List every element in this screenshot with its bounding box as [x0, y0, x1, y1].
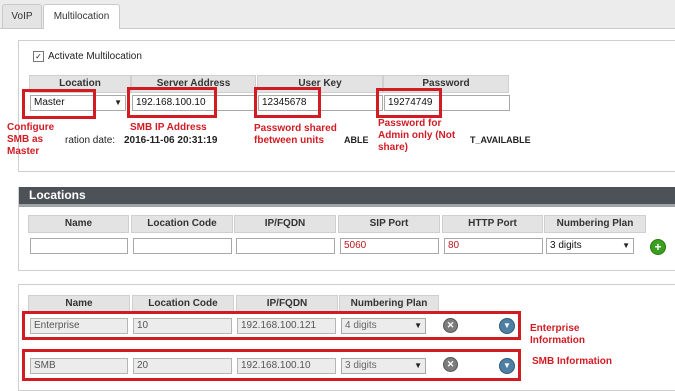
loc-header-location-code: Location Code: [131, 215, 233, 233]
dropdown-arrow-icon: ▼: [114, 98, 122, 107]
note-configure-smb-master: Configure SMB as Master: [7, 122, 55, 157]
numbering-plan-value: 3 digits: [550, 240, 582, 251]
status-available-b: T_AVAILABLE: [470, 135, 531, 145]
note-password-shared: Password shared fbetween units: [254, 123, 337, 146]
new-location-numbering-plan-select[interactable]: 3 digits ▼: [546, 238, 634, 254]
new-location-sip-port-input[interactable]: 5060: [340, 238, 439, 254]
activate-checkbox[interactable]: ✓: [33, 51, 44, 62]
annotation-box-enterprise-row: [22, 311, 521, 340]
loc-header-http-port: HTTP Port: [442, 215, 543, 233]
annotation-box-password: [376, 88, 442, 118]
loc-header-numbering-plan: Numbering Plan: [544, 215, 646, 233]
new-location-code-input[interactable]: [133, 238, 232, 254]
loc-header-ip-fqdn: IP/FQDN: [234, 215, 336, 233]
new-location-http-port-input[interactable]: 80: [444, 238, 543, 254]
plus-icon[interactable]: +: [650, 239, 666, 255]
annotation-box-location: [22, 89, 96, 119]
expiration-label: ration date:: [65, 135, 116, 146]
tab-multilocation[interactable]: Multilocation: [43, 4, 120, 29]
dropdown-arrow-icon: ▼: [622, 241, 630, 250]
annotation-box-user-key: [254, 87, 321, 118]
note-password-admin: Password for Admin only (Not share): [378, 118, 456, 153]
tab-voip[interactable]: VoIP: [2, 4, 42, 28]
annotation-box-server-address: [127, 87, 217, 118]
note-smb-ip-address: SMB IP Address: [130, 122, 207, 133]
locations-title: Locations: [19, 187, 675, 207]
loc-header-name: Name: [28, 215, 129, 233]
expiration-value: 2016-11-06 20:31:19: [124, 135, 218, 146]
new-location-ip-input[interactable]: [236, 238, 335, 254]
activate-label: Activate Multilocation: [48, 51, 142, 62]
new-location-name-input[interactable]: [30, 238, 128, 254]
loc-header-sip-port: SIP Port: [338, 215, 440, 233]
status-available-a: ABLE: [344, 135, 369, 145]
annotation-box-smb-row: [22, 349, 521, 381]
note-enterprise-information: Enterprise Information: [530, 323, 585, 346]
note-smb-information: SMB Information: [532, 356, 612, 367]
